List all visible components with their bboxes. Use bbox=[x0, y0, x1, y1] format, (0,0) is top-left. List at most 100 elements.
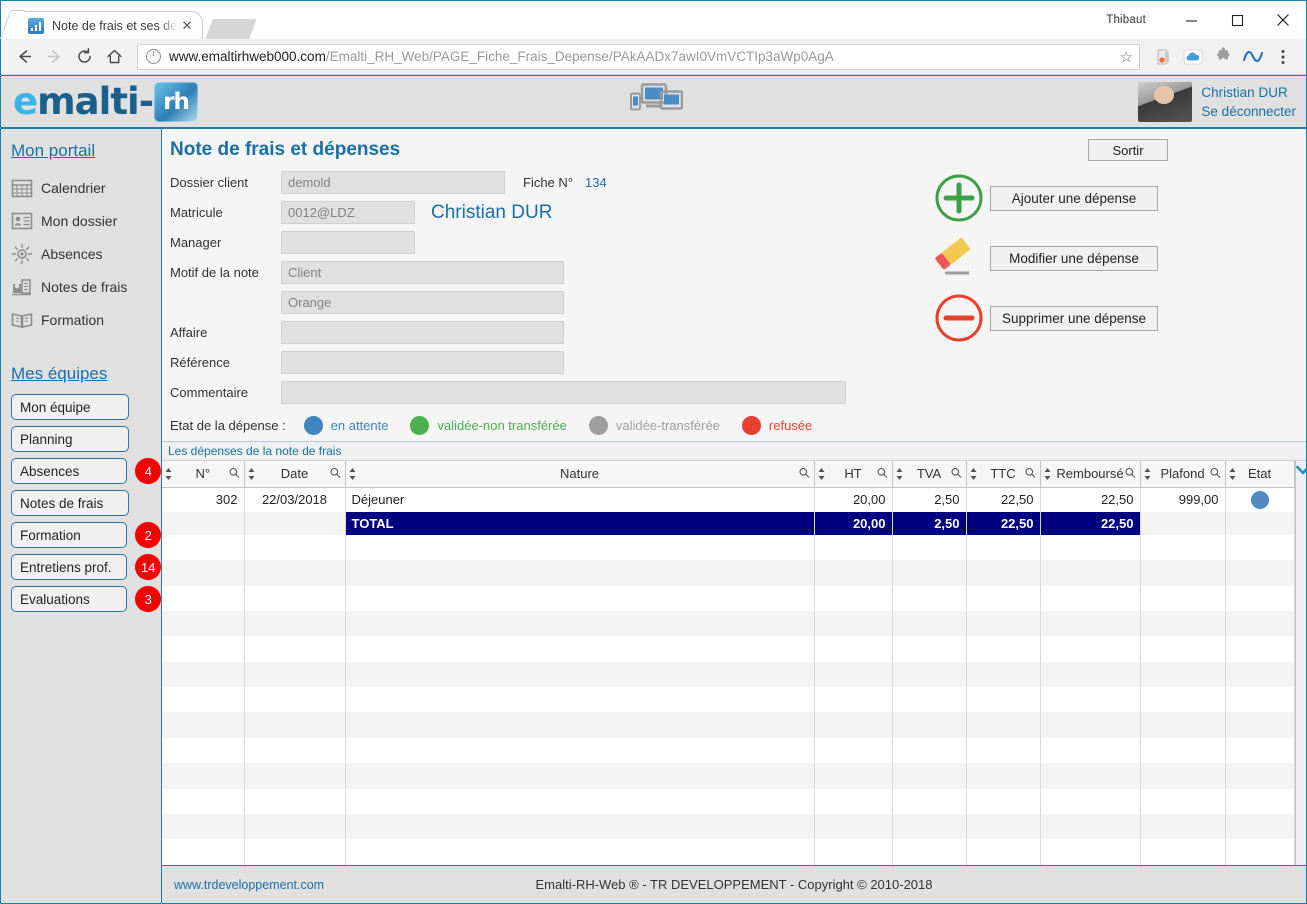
team-button-mon-equipe[interactable]: Mon équipe bbox=[11, 394, 129, 420]
col-header-etat[interactable]: Etat bbox=[1225, 461, 1295, 488]
site-info-icon[interactable] bbox=[146, 48, 161, 64]
maximize-button[interactable] bbox=[1214, 4, 1260, 36]
user-name-link[interactable]: Christian DUR bbox=[1201, 85, 1296, 100]
search-icon[interactable] bbox=[798, 466, 810, 481]
sort-icon[interactable] bbox=[1144, 467, 1151, 480]
sort-icon[interactable] bbox=[248, 467, 255, 480]
table-row[interactable]: 302 22/03/2018 Déjeuner 20,00 2,50 22,50 22,50… bbox=[162, 487, 1295, 513]
input-affaire[interactable] bbox=[281, 321, 564, 344]
table-empty-row[interactable] bbox=[162, 585, 1295, 611]
footer-link[interactable]: www.trdeveloppement.com bbox=[174, 878, 324, 892]
input-motif[interactable]: Client bbox=[281, 261, 564, 284]
col-header-nature[interactable]: Nature bbox=[345, 461, 815, 488]
close-tab-icon[interactable]: ✕ bbox=[178, 18, 196, 34]
sidebar-heading-portal[interactable]: Mon portail bbox=[11, 141, 161, 161]
col-header-ht[interactable]: HT bbox=[814, 461, 893, 488]
sort-icon[interactable] bbox=[165, 467, 172, 480]
search-icon[interactable] bbox=[876, 466, 888, 481]
cell-empty bbox=[1140, 636, 1226, 662]
col-header-no[interactable]: N° bbox=[162, 461, 245, 488]
address-bar[interactable]: www.emaltirhweb000.com/Emalti_RH_Web/PAG… bbox=[137, 43, 1140, 70]
cell-empty bbox=[244, 737, 346, 764]
wave-extension-icon[interactable] bbox=[1238, 43, 1268, 71]
table-empty-row[interactable] bbox=[162, 763, 1295, 789]
logout-link[interactable]: Se déconnecter bbox=[1201, 104, 1296, 119]
back-icon[interactable] bbox=[9, 43, 39, 71]
cloud-icon[interactable] bbox=[1178, 43, 1208, 71]
table-empty-row[interactable] bbox=[162, 636, 1295, 662]
reload-icon[interactable] bbox=[69, 43, 99, 71]
input-motif-secondary[interactable]: Orange bbox=[281, 291, 564, 314]
team-button-evaluations[interactable]: Evaluations bbox=[11, 586, 128, 612]
table-empty-row[interactable] bbox=[162, 839, 1295, 865]
forward-icon[interactable] bbox=[39, 43, 69, 71]
sidebar-item-calendrier[interactable]: Calendrier bbox=[11, 171, 161, 204]
user-links: Christian DUR Se déconnecter bbox=[1201, 85, 1296, 119]
table-empty-row[interactable] bbox=[162, 712, 1295, 738]
browser-tab-active[interactable]: Note de frais et ses dépe ✕ bbox=[13, 11, 203, 39]
chevron-down-icon[interactable] bbox=[1296, 463, 1306, 865]
sidebar-item-mon-dossier[interactable]: Mon dossier bbox=[11, 204, 161, 237]
sort-icon[interactable] bbox=[818, 467, 825, 480]
col-header-tva[interactable]: TVA bbox=[892, 461, 967, 488]
pencil-edit-icon[interactable] bbox=[928, 235, 990, 281]
extension-orange-icon[interactable] bbox=[1148, 43, 1178, 71]
close-window-button[interactable] bbox=[1260, 4, 1306, 36]
table-empty-row[interactable] bbox=[162, 610, 1295, 637]
add-expense-button[interactable]: Ajouter une dépense bbox=[990, 185, 1158, 211]
sidebar-item-formation[interactable]: Formation bbox=[11, 303, 161, 336]
app-logo[interactable]: e malti - rh bbox=[13, 80, 199, 123]
table-empty-row[interactable] bbox=[162, 661, 1295, 688]
home-icon[interactable] bbox=[99, 43, 129, 71]
sort-icon[interactable] bbox=[970, 467, 977, 480]
sortir-button[interactable]: Sortir bbox=[1088, 139, 1168, 161]
team-button-absences[interactable]: Absences bbox=[11, 458, 128, 484]
search-icon[interactable] bbox=[1124, 466, 1136, 481]
bookmark-star-icon[interactable]: ☆ bbox=[1120, 48, 1133, 66]
table-empty-row[interactable] bbox=[162, 814, 1295, 840]
edit-expense-button[interactable]: Modifier une dépense bbox=[990, 245, 1158, 271]
team-button-notes-de-frais[interactable]: Notes de frais bbox=[11, 490, 129, 516]
input-reference[interactable] bbox=[281, 351, 564, 374]
input-matricule[interactable]: 0012@LDZ bbox=[281, 201, 415, 224]
browser-menu-icon[interactable] bbox=[1268, 43, 1298, 71]
table-empty-row[interactable] bbox=[162, 560, 1295, 586]
sort-icon[interactable] bbox=[1229, 467, 1236, 480]
puzzle-extension-icon[interactable] bbox=[1208, 43, 1238, 71]
search-icon[interactable] bbox=[1024, 466, 1036, 481]
search-icon[interactable] bbox=[228, 466, 240, 481]
minimize-button[interactable] bbox=[1168, 4, 1214, 36]
delete-expense-button[interactable]: Supprimer une dépense bbox=[990, 305, 1158, 331]
sidebar-heading-teams[interactable]: Mes équipes bbox=[11, 364, 161, 384]
table-empty-row[interactable] bbox=[162, 788, 1295, 815]
input-commentaire[interactable] bbox=[281, 381, 846, 404]
col-header-plafond[interactable]: Plafond bbox=[1140, 461, 1226, 488]
table-empty-row[interactable] bbox=[162, 687, 1295, 713]
input-dossier-client[interactable]: demold bbox=[281, 171, 505, 194]
search-icon[interactable] bbox=[1209, 466, 1221, 481]
plus-circle-icon[interactable] bbox=[928, 172, 990, 224]
cell-empty bbox=[1140, 585, 1226, 611]
team-button-planning[interactable]: Planning bbox=[11, 426, 129, 452]
input-manager[interactable] bbox=[281, 231, 415, 254]
table-vertical-scrollbar[interactable] bbox=[1294, 461, 1306, 865]
sidebar-item-notes-de-frais[interactable]: Notes de frais bbox=[11, 270, 161, 303]
search-icon[interactable] bbox=[329, 466, 341, 481]
sidebar-label: Notes de frais bbox=[41, 278, 128, 295]
table-empty-row[interactable] bbox=[162, 737, 1295, 764]
col-header-ttc[interactable]: TTC bbox=[966, 461, 1041, 488]
col-header-date[interactable]: Date bbox=[244, 461, 346, 488]
table-empty-row[interactable] bbox=[162, 534, 1295, 561]
team-button-formation[interactable]: Formation bbox=[11, 522, 128, 548]
new-tab-button[interactable] bbox=[205, 19, 257, 39]
col-header-rembourse[interactable]: Remboursé bbox=[1040, 461, 1141, 488]
team-button-entretiens[interactable]: Entretiens prof. bbox=[11, 554, 128, 580]
sort-icon[interactable] bbox=[349, 467, 356, 480]
window-controls: Thibaut bbox=[1106, 1, 1306, 39]
col-label: Nature bbox=[559, 466, 600, 482]
search-icon[interactable] bbox=[950, 466, 962, 481]
sort-icon[interactable] bbox=[896, 467, 903, 480]
sort-icon[interactable] bbox=[1044, 467, 1051, 480]
sidebar-item-absences[interactable]: Absences bbox=[11, 237, 161, 270]
minus-circle-icon[interactable] bbox=[928, 292, 990, 344]
